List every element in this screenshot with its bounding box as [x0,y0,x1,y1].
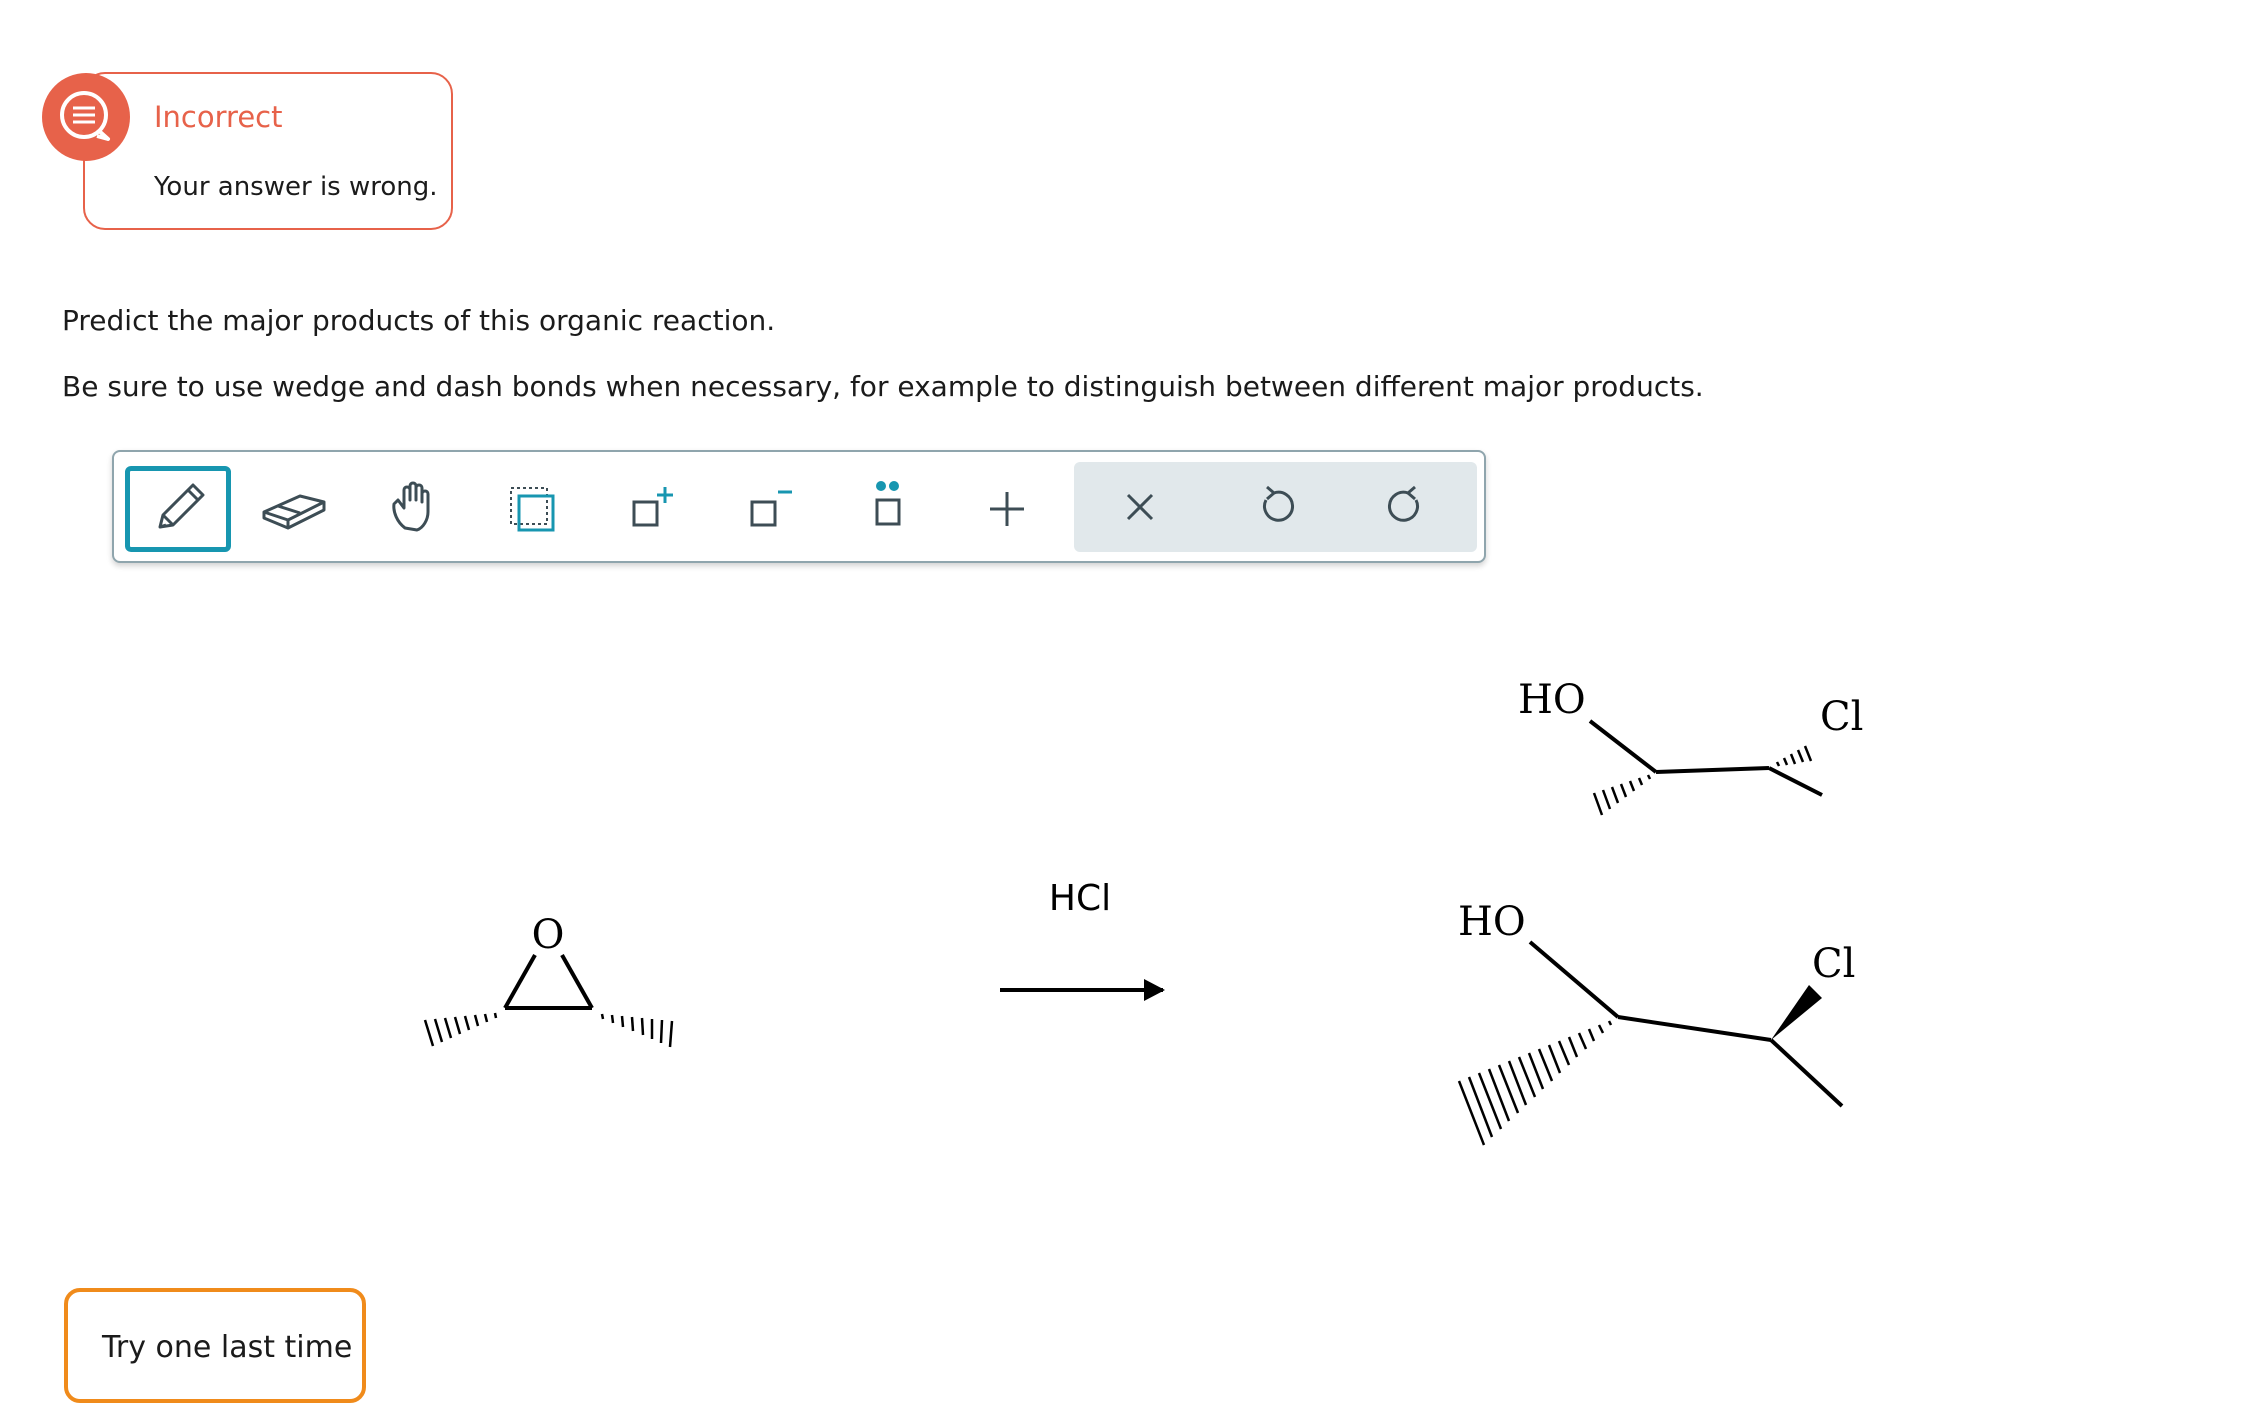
product-2-methyl-hashed-bond [1457,1020,1613,1146]
product-1-chlorine-hashed-bond [1775,745,1813,767]
speech-bubble-icon [42,73,130,161]
select-tool[interactable] [480,466,586,552]
product-2[interactable]: HO Cl [1457,899,1855,1146]
add-lone-pair-tool[interactable] [835,466,941,552]
product-2-hydroxyl-label: HO [1458,899,1526,945]
drawing-toolbar [112,450,1486,563]
undo-icon[interactable] [1234,462,1314,552]
question-instruction: Be sure to use wedge and dash bonds when… [62,370,1704,403]
edit-actions-group [1074,462,1477,552]
add-positive-charge-tool[interactable] [599,466,705,552]
eraser-tool[interactable] [242,466,348,552]
reactant-right-hashed-bond [600,1013,674,1048]
positive-charge-icon [632,487,673,527]
product-1-hydroxyl-label: HO [1518,677,1586,723]
lone-pair-icon [875,481,901,526]
feedback-detail: Your answer is wrong. [154,172,438,202]
question-prompt: Predict the major products of this organ… [62,304,776,337]
product-1[interactable]: HO Cl [1518,677,1863,816]
negative-charge-icon [750,490,792,527]
add-negative-charge-tool[interactable] [717,466,823,552]
reactant-left-hashed-bond [423,1012,498,1047]
drawing-canvas[interactable]: O HCl HO Cl HO Cl [0,600,2257,1280]
plus-icon [990,492,1024,526]
redo-icon[interactable] [1368,462,1448,552]
product-2-chlorine-wedge-bond [1771,985,1822,1040]
eraser-icon [262,494,326,530]
pencil-icon [158,483,205,529]
feedback-status: Incorrect [154,100,283,134]
hand-tool[interactable] [361,466,467,552]
try-again-button[interactable]: Try one last time [64,1288,366,1403]
hand-icon [392,481,430,532]
marquee-select-icon [510,487,555,532]
product-2-chlorine-label: Cl [1812,941,1855,987]
add-arrow-tool[interactable] [954,466,1060,552]
reactant-oxygen-label: O [532,912,565,958]
product-1-chlorine-label: Cl [1820,694,1863,740]
reaction-arrowhead [1144,979,1165,1001]
reactant-epoxide: O [423,912,674,1048]
product-1-methyl-hashed-bond [1592,774,1652,816]
reagent-label: HCl [1049,878,1111,919]
pencil-tool[interactable] [125,466,231,552]
feedback-card [83,72,453,230]
reaction-scheme: O HCl HO Cl HO Cl [423,677,1863,1146]
close-icon[interactable] [1100,462,1180,552]
